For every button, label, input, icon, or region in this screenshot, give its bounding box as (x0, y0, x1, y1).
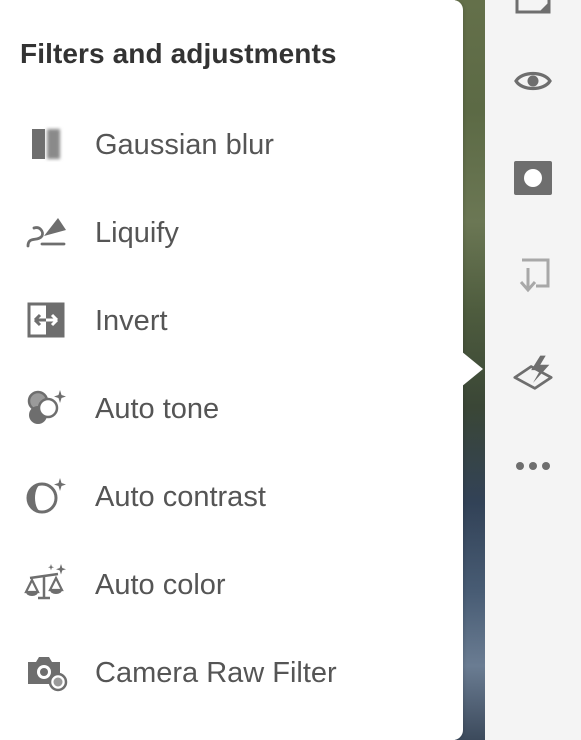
menu-item-label: Liquify (95, 217, 179, 249)
right-toolbar (485, 0, 581, 740)
filters-menu: Gaussian blur Liquify Invert Auto tone A… (0, 100, 463, 716)
menu-item-label: Auto tone (95, 393, 220, 425)
eye-icon[interactable] (513, 61, 553, 101)
filters-adjustments-popover: Filters and adjustments Gaussian blur Li… (0, 0, 463, 740)
popover-arrow (461, 351, 483, 387)
menu-item-invert[interactable]: Invert (0, 276, 463, 364)
layer-properties-icon[interactable] (513, 0, 553, 20)
invert-icon (24, 300, 68, 340)
menu-item-auto-color[interactable]: Auto color (0, 540, 463, 628)
menu-item-label: Auto color (95, 569, 226, 601)
popover-title: Filters and adjustments (20, 38, 337, 69)
filters-adjustments-icon[interactable] (513, 352, 553, 392)
liquify-icon (24, 212, 68, 252)
menu-item-label: Auto contrast (95, 481, 266, 513)
auto-tone-icon (24, 388, 68, 428)
menu-item-liquify[interactable]: Liquify (0, 188, 463, 276)
camera-raw-icon (24, 652, 68, 692)
menu-item-auto-tone[interactable]: Auto tone (0, 364, 463, 452)
more-icon[interactable] (513, 446, 553, 486)
auto-color-icon (24, 564, 68, 604)
menu-item-label: Invert (95, 305, 168, 337)
menu-item-label: Camera Raw Filter (95, 657, 337, 689)
mask-icon[interactable] (513, 158, 553, 198)
menu-item-camera-raw-filter[interactable]: Camera Raw Filter (0, 628, 463, 716)
gaussian-blur-icon (24, 124, 68, 164)
import-icon[interactable] (513, 255, 553, 295)
auto-contrast-icon (24, 476, 68, 516)
menu-item-auto-contrast[interactable]: Auto contrast (0, 452, 463, 540)
menu-item-gaussian-blur[interactable]: Gaussian blur (0, 100, 463, 188)
menu-item-label: Gaussian blur (95, 129, 274, 161)
